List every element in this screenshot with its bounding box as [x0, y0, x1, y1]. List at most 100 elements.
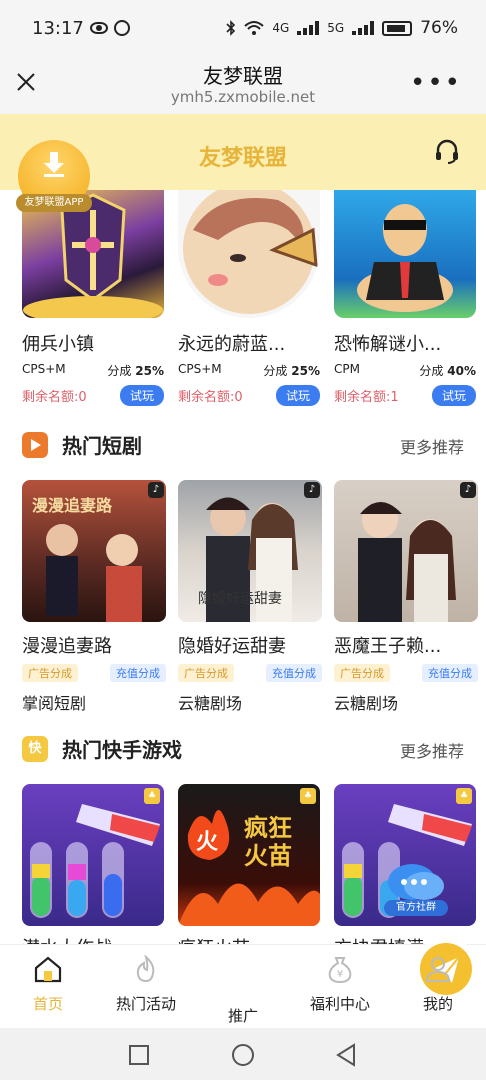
flame-icon [136, 955, 155, 983]
drama-card[interactable]: 隐婚好运甜妻 ♪ 隐婚好运甜妻 广告分成 充值分成 云糖剧场 [178, 480, 322, 714]
browser-navbar: 友梦联盟 ymh5.zxmobile.net ••• [0, 60, 486, 114]
game-cover-image [334, 190, 476, 318]
quota-label: 剩余名额: [178, 390, 235, 405]
download-icon [44, 152, 64, 177]
headset-icon[interactable] [434, 138, 460, 164]
game-card[interactable]: 永远的蔚蓝... CPS+M 分成 25% 剩余名额:0 试玩 [178, 190, 320, 406]
game-card[interactable]: 恐怖解谜小... CPM 分成 40% 剩余名额:1 试玩 [334, 190, 476, 406]
try-button[interactable]: 试玩 [119, 385, 164, 406]
drama-source: 掌阅短剧 [22, 694, 87, 713]
tab-label: 首页 [32, 995, 63, 1013]
user-icon [425, 957, 451, 982]
tab-home[interactable]: 首页 [8, 955, 88, 1014]
community-label: 官方社群 [384, 900, 448, 916]
official-community-button[interactable]: 官方社群 [384, 862, 448, 918]
game-cover-image [178, 190, 320, 318]
drama-source: 云糖剧场 [178, 694, 243, 713]
more-recommend-link[interactable]: 更多推荐 [400, 434, 464, 458]
tab-welfare-center[interactable]: ¥ 福利中心 [300, 955, 380, 1014]
tab-label: 推广 [227, 1007, 258, 1025]
drama-list: 漫漫追妻路 ♪ 漫漫追妻路 广告分成 充值分成 掌阅短剧 隐婚好运甜妻 ♪ 隐婚好… [22, 480, 486, 713]
drama-poster-title: 隐婚好运甜妻 [198, 591, 282, 607]
try-button[interactable]: 试玩 [275, 385, 320, 406]
download-app-button[interactable]: 友梦联盟APP [16, 140, 92, 212]
chat-bubble-icon [388, 864, 444, 900]
tiktok-icon: ♪ [304, 482, 320, 498]
bluetooth-icon [226, 20, 236, 36]
quota-label: 剩余名额: [22, 390, 79, 405]
game-name: 永远的蔚蓝... [178, 334, 286, 355]
recharge-share-tag: 充值分成 [266, 664, 322, 682]
system-navigation-bar [0, 1028, 486, 1080]
game-type: CPS+M [178, 362, 222, 376]
battery-icon [382, 20, 413, 36]
drama-source: 云糖剧场 [334, 694, 399, 713]
kuaishou-game-card[interactable]: 火 疯狂火苗 ♣ 疯狂火苗 [178, 784, 320, 946]
battery-percent: 76% [420, 18, 458, 38]
share-value: 25% [135, 364, 164, 378]
kuaishou-game-card[interactable]: ♣ 潜水大作战 [22, 784, 164, 946]
wifi-icon [244, 21, 264, 35]
eye-icon [90, 22, 108, 34]
drama-name: 隐婚好运甜妻 [178, 636, 286, 657]
try-button[interactable]: 试玩 [431, 385, 476, 406]
drama-poster: ♪ [334, 480, 478, 622]
alarm-icon [114, 20, 130, 36]
section-title: 热门快手游戏 [62, 738, 182, 762]
tab-promote[interactable]: 推广 [203, 943, 472, 1026]
game-name: 恐怖解谜小... [334, 334, 442, 355]
poster-title: 疯狂火苗 [244, 814, 292, 870]
share-value: 40% [447, 364, 476, 378]
share-value: 25% [291, 364, 320, 378]
bottom-tabbar: 首页 热门活动 推广 ¥ 福利中心 我的 [0, 943, 486, 1028]
tab-label: 热门活动 [115, 995, 176, 1013]
drama-poster: 隐婚好运甜妻 ♪ [178, 480, 322, 622]
status-bar: 13:17 4G 5G 76% [0, 0, 486, 60]
drama-card[interactable]: 漫漫追妻路 ♪ 漫漫追妻路 广告分成 充值分成 掌阅短剧 [22, 480, 166, 714]
signal-icon [352, 21, 375, 35]
home-nav-icon[interactable] [231, 1043, 255, 1067]
drama-name: 恶魔王子赖... [334, 636, 442, 657]
tab-label: 福利中心 [309, 995, 370, 1013]
share-label: 分成 [107, 364, 132, 378]
fire-char: 火 [196, 830, 219, 855]
game-cover-image: ♣ [22, 784, 164, 926]
more-menu-icon[interactable]: ••• [410, 68, 462, 98]
recent-apps-icon[interactable] [128, 1044, 150, 1066]
tiktok-icon: ♪ [148, 482, 164, 498]
kuaishou-section-header: 快 热门快手游戏 更多推荐 [22, 732, 464, 768]
game-card[interactable]: 佣兵小镇 CPS+M 分成 25% 剩余名额:0 试玩 [22, 190, 164, 406]
recharge-share-tag: 充值分成 [110, 664, 166, 682]
ad-share-tag: 广告分成 [334, 664, 390, 682]
tab-label: 我的 [422, 995, 453, 1013]
network-5g-label: 5G [327, 21, 345, 35]
more-recommend-link[interactable]: 更多推荐 [400, 738, 464, 762]
game-cover-image: 火 疯狂火苗 ♣ [178, 784, 320, 926]
kuaishou-badge-icon: ♣ [144, 788, 160, 804]
signal-icon [297, 21, 320, 35]
ad-share-tag: 广告分成 [178, 664, 234, 682]
status-time: 13:17 [32, 18, 84, 39]
ad-share-tag: 广告分成 [22, 664, 78, 682]
game-name: 佣兵小镇 [22, 334, 94, 355]
share-label: 分成 [263, 364, 288, 378]
quota-label: 剩余名额: [334, 390, 391, 405]
game-type: CPS+M [22, 362, 66, 376]
drama-card[interactable]: ♪ 恶魔王子赖... 广告分成 充值分成 云糖剧场 [334, 480, 478, 714]
game-carousel: 佣兵小镇 CPS+M 分成 25% 剩余名额:0 试玩 永远的蔚蓝... CPS+M… [22, 190, 486, 406]
play-icon [22, 432, 48, 458]
quota-value: 1 [390, 390, 399, 405]
tiktok-icon: ♪ [460, 482, 476, 498]
svg-text:¥: ¥ [337, 969, 343, 980]
drama-poster-title: 漫漫追妻路 [32, 496, 113, 515]
recharge-share-tag: 充值分成 [422, 664, 478, 682]
tab-hot-activities[interactable]: 热门活动 [106, 955, 186, 1014]
share-label: 分成 [419, 364, 444, 378]
back-icon[interactable] [334, 1043, 356, 1067]
quota-value: 0 [78, 390, 87, 405]
network-4g-label: 4G [272, 21, 290, 35]
home-icon [34, 956, 62, 983]
kuaishou-badge-icon: ♣ [456, 788, 472, 804]
kuaishou-badge-icon: ♣ [300, 788, 316, 804]
tab-mine[interactable]: 我的 [398, 955, 478, 1014]
